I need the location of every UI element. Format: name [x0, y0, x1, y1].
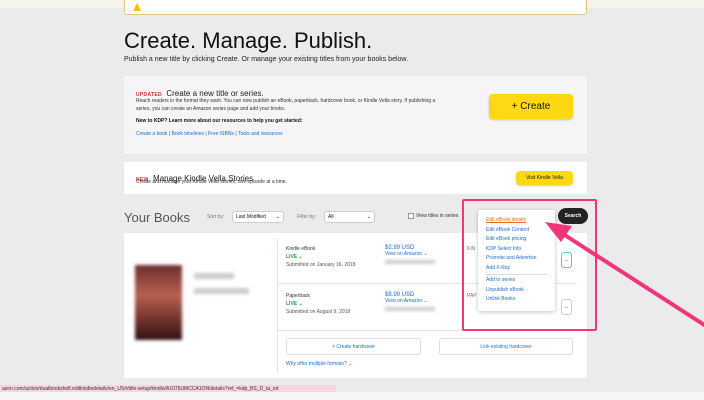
- bottom-strip: [0, 392, 704, 400]
- annotation-arrow-icon: [545, 222, 704, 328]
- arrow-shaft: [558, 230, 704, 328]
